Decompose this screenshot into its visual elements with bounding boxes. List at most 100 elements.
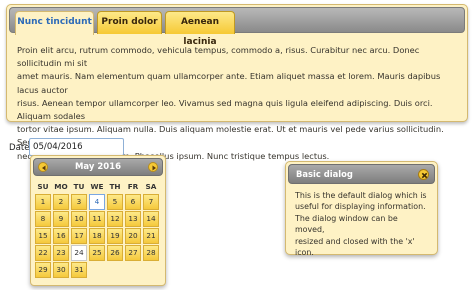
weekday-header: FR <box>127 181 139 191</box>
calendar-day-15[interactable]: 15 <box>35 228 51 244</box>
panel-text-line: risus. Aenean tempor ullamcorper leo. Vi… <box>17 97 433 122</box>
calendar-cell: 10 <box>71 211 87 227</box>
calendar-cell: 27 <box>125 245 141 261</box>
close-icon <box>421 172 428 179</box>
calendar-cell: 31 <box>71 262 87 278</box>
calendar-cell: 1 <box>35 194 51 210</box>
calendar-day-12[interactable]: 12 <box>107 211 123 227</box>
calendar-cell: 28 <box>143 245 159 261</box>
calendar-cell: 4 <box>89 194 105 210</box>
tab-nunc-tincidunt[interactable]: Nunc tincidunt <box>15 11 94 35</box>
calendar-week-row: 22 23 24 25 26 27 28 <box>35 245 159 261</box>
tab-proin-dolor[interactable]: Proin dolor <box>97 11 162 34</box>
calendar-day-2[interactable]: 2 <box>53 194 69 210</box>
calendar-day-25[interactable]: 25 <box>89 245 105 261</box>
next-month-button[interactable] <box>148 162 158 172</box>
prev-month-button[interactable] <box>38 162 48 172</box>
calendar-week-row: 1234567 <box>35 194 159 210</box>
calendar-cell: 30 <box>53 262 69 278</box>
calendar-cell <box>107 262 123 278</box>
calendar-cell <box>143 262 159 278</box>
calendar-cell: 5 <box>107 194 123 210</box>
calendar-day-14[interactable]: 14 <box>143 211 159 227</box>
calendar-cell: 22 <box>35 245 51 261</box>
dialog-title: Basic dialog <box>296 169 353 179</box>
calendar-week-row: 29 30 31 <box>35 262 159 278</box>
calendar-cell: 25 <box>89 245 105 261</box>
calendar-week-row: 8 9 10 11 12 13 14 <box>35 211 159 227</box>
calendar-day-22[interactable]: 22 <box>35 245 51 261</box>
calendar-day-21[interactable]: 21 <box>143 228 159 244</box>
calendar-day-30[interactable]: 30 <box>53 262 69 278</box>
basic-dialog: Basic dialog This is the default dialog … <box>285 161 438 258</box>
datepicker-popup: May 2016 SU MO TU WE TH FR SA 1234567891… <box>30 155 166 286</box>
weekday-header: SU <box>37 181 49 191</box>
dialog-titlebar[interactable]: Basic dialog <box>288 164 435 184</box>
calendar-day-29[interactable]: 29 <box>35 262 51 278</box>
dialog-text-line: This is the default dialog which is <box>295 191 427 200</box>
calendar-cell: 12 <box>107 211 123 227</box>
calendar-day-8[interactable]: 8 <box>35 211 51 227</box>
calendar-cell: 6 <box>125 194 141 210</box>
calendar-day-24[interactable]: 24 <box>71 245 87 261</box>
weekday-header: TU <box>73 181 85 191</box>
weekday-header: WE <box>90 181 104 191</box>
calendar-day-16[interactable]: 16 <box>53 228 69 244</box>
panel-text-line: amet mauris. Nam elementum quam ullamcor… <box>17 71 441 95</box>
calendar-day-9[interactable]: 9 <box>53 211 69 227</box>
triangle-left-icon <box>42 165 46 171</box>
calendar-days: 1 2 3 4 5 6 7 8 9 10 11 12 13 14 15 16 17 18 19 20 21 22 23 24 2… <box>35 194 159 278</box>
calendar-cell: 21 <box>143 228 159 244</box>
dialog-text-line: The dialog window can be moved, <box>295 213 398 235</box>
datepicker-header: May 2016 <box>33 158 163 176</box>
calendar-day-3[interactable]: 3 <box>71 194 87 210</box>
date-input[interactable] <box>29 138 124 156</box>
calendar-day-28[interactable]: 28 <box>143 245 159 261</box>
weekday-header: SA <box>145 181 157 191</box>
calendar-day-11[interactable]: 11 <box>89 211 105 227</box>
calendar-cell: 11 <box>89 211 105 227</box>
calendar-day-19[interactable]: 19 <box>107 228 123 244</box>
dialog-body: This is the default dialog which is usef… <box>288 184 435 258</box>
calendar-day-31[interactable]: 31 <box>71 262 87 278</box>
panel-text-line: Proin elit arcu, rutrum commodo, vehicul… <box>17 45 420 69</box>
calendar-cell <box>125 262 141 278</box>
calendar-day-26[interactable]: 26 <box>107 245 123 261</box>
calendar-grid: SU MO TU WE TH FR SA 1 2 3 4 5 6 7 8 9 10 11 12 13 14… <box>33 178 161 279</box>
calendar-cell: 13 <box>125 211 141 227</box>
calendar-cell: 3 <box>71 194 87 210</box>
dialog-close-button[interactable] <box>418 169 429 180</box>
calendar-day-5[interactable]: 5 <box>107 194 123 210</box>
calendar-day-20[interactable]: 20 <box>125 228 141 244</box>
calendar-day-6[interactable]: 6 <box>125 194 141 210</box>
weekday-header: TH <box>109 181 121 191</box>
dialog-text-line: resized and closed with the 'x' icon. <box>295 236 415 258</box>
calendar-cell: 8 <box>35 211 51 227</box>
calendar-day-27[interactable]: 27 <box>125 245 141 261</box>
calendar-day-10[interactable]: 10 <box>71 211 87 227</box>
triangle-right-icon <box>152 165 156 171</box>
calendar-cell: 24 <box>71 245 87 261</box>
calendar-cell: 23 <box>53 245 69 261</box>
calendar-day-13[interactable]: 13 <box>125 211 141 227</box>
calendar-cell: 26 <box>107 245 123 261</box>
tabs-widget: Nunc tincidunt Proin dolor Aenean lacini… <box>6 4 468 161</box>
dialog-text-line: useful for displaying information. <box>295 202 426 212</box>
calendar-day-4[interactable]: 4 <box>89 194 105 210</box>
calendar-cell: 20 <box>125 228 141 244</box>
calendar-day-17[interactable]: 17 <box>71 228 87 244</box>
calendar-cell: 14 <box>143 211 159 227</box>
calendar-day-18[interactable]: 18 <box>89 228 105 244</box>
calendar-day-23[interactable]: 23 <box>53 245 69 261</box>
calendar-cell: 18 <box>89 228 105 244</box>
tab-aenean-lacinia[interactable]: Aenean lacinia <box>165 11 235 47</box>
calendar-cell: 29 <box>35 262 51 278</box>
calendar-cell: 2 <box>53 194 69 210</box>
tab-nav-bar: Nunc tincidunt Proin dolor Aenean lacini… <box>9 7 465 47</box>
calendar-cell: 15 <box>35 228 51 244</box>
calendar-week-row: 15 16 17 18 19 20 21 <box>35 228 159 244</box>
calendar-day-1[interactable]: 1 <box>35 194 51 210</box>
calendar-cell <box>89 262 105 278</box>
weekday-header: MO <box>54 181 68 191</box>
calendar-day-7[interactable]: 7 <box>143 194 159 210</box>
